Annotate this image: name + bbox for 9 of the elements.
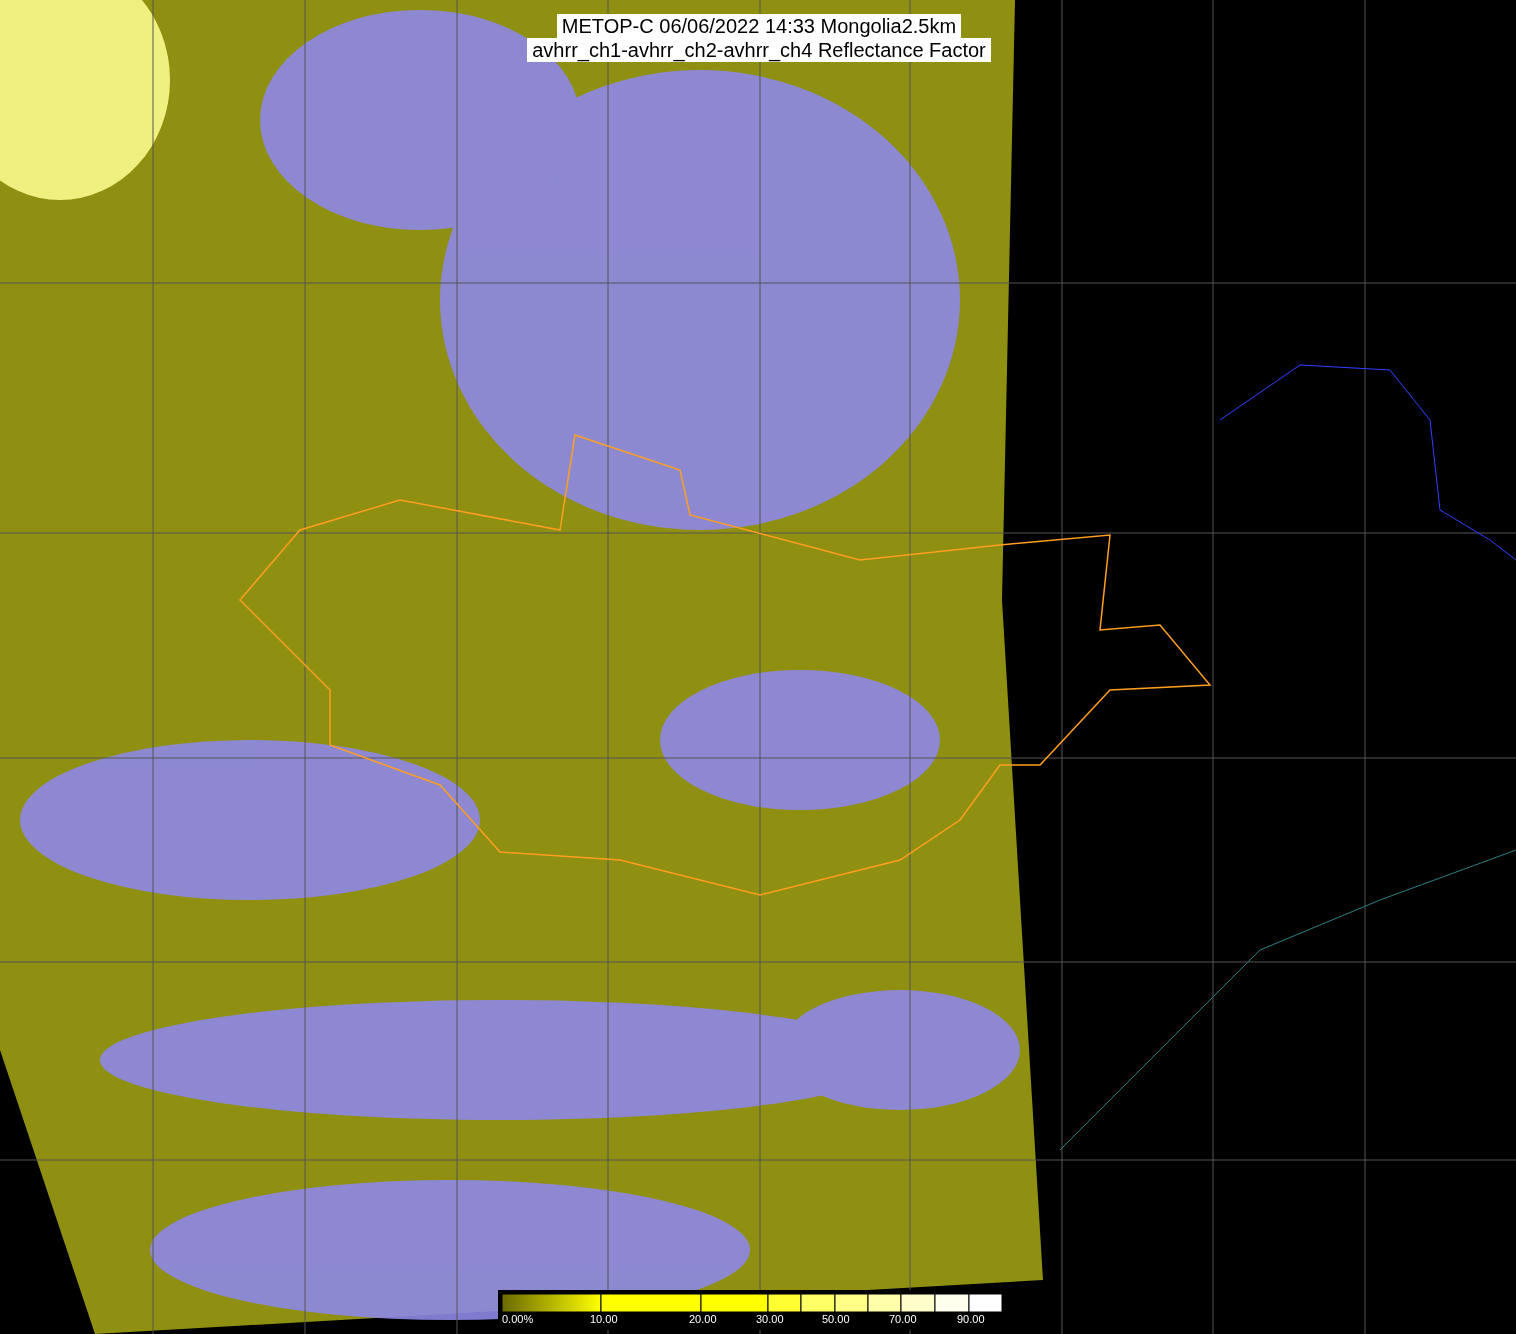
scale-label: 30.00 bbox=[756, 1313, 784, 1325]
scale-label: 10.00 bbox=[590, 1313, 618, 1325]
title-text: METOP-C 06/06/2022 14:33 Mongolia2.5km bbox=[556, 14, 962, 38]
scale-label: 90.00 bbox=[957, 1313, 985, 1325]
title-text: avhrr_ch1-avhrr_ch2-avhrr_ch4 Reflectance Factor bbox=[527, 38, 991, 62]
scale-label: 70.00 bbox=[889, 1313, 917, 1325]
scale-label: 0.00% bbox=[502, 1313, 534, 1325]
scale-label: 50.00 bbox=[822, 1313, 850, 1325]
scale-label: 20.00 bbox=[689, 1313, 717, 1325]
